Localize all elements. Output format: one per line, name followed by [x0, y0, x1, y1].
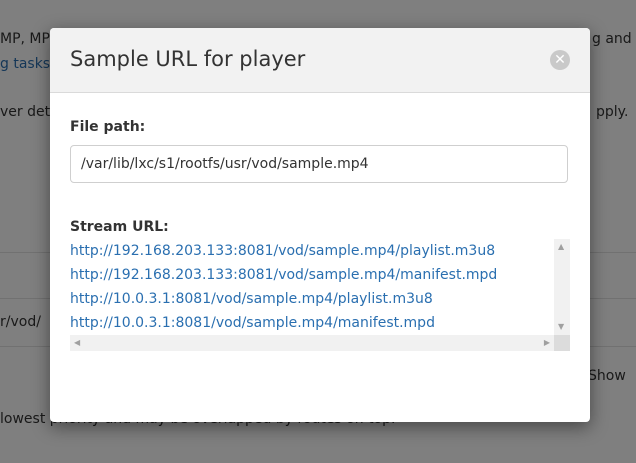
scroll-left-arrow-icon[interactable]: ◀	[74, 339, 80, 347]
stream-url-link[interactable]: http://192.168.203.133:8081/vod/sample.m…	[70, 239, 554, 263]
stream-url-list: http://192.168.203.133:8081/vod/sample.m…	[70, 239, 554, 335]
stream-url-list-box[interactable]: http://192.168.203.133:8081/vod/sample.m…	[70, 239, 570, 351]
scroll-down-arrow-icon[interactable]: ▼	[558, 323, 564, 331]
stream-url-link[interactable]: http://10.0.3.1:8081/vod/sample.mp4/play…	[70, 287, 554, 311]
modal-title: Sample URL for player	[70, 47, 306, 71]
close-icon[interactable]: ✕	[550, 50, 570, 70]
scroll-up-arrow-icon[interactable]: ▲	[558, 243, 564, 251]
stream-url-link[interactable]: http://192.168.203.133:8081/vod/sample.m…	[70, 263, 554, 287]
vertical-scrollbar[interactable]: ▲ ▼	[554, 239, 570, 335]
stream-url-link[interactable]: http://10.0.3.1:8081/vod/sample.mp4/mani…	[70, 311, 554, 335]
file-path-field[interactable]	[70, 145, 568, 183]
scroll-right-arrow-icon[interactable]: ▶	[544, 339, 550, 347]
scrollbar-corner	[554, 335, 570, 351]
stream-url-label: Stream URL:	[70, 219, 169, 235]
modal-header: Sample URL for player ✕	[50, 28, 590, 93]
horizontal-scrollbar[interactable]: ◀ ▶	[70, 335, 554, 351]
sample-url-dialog: Sample URL for player ✕ File path: Strea…	[50, 28, 590, 422]
file-path-label: File path:	[70, 119, 146, 135]
